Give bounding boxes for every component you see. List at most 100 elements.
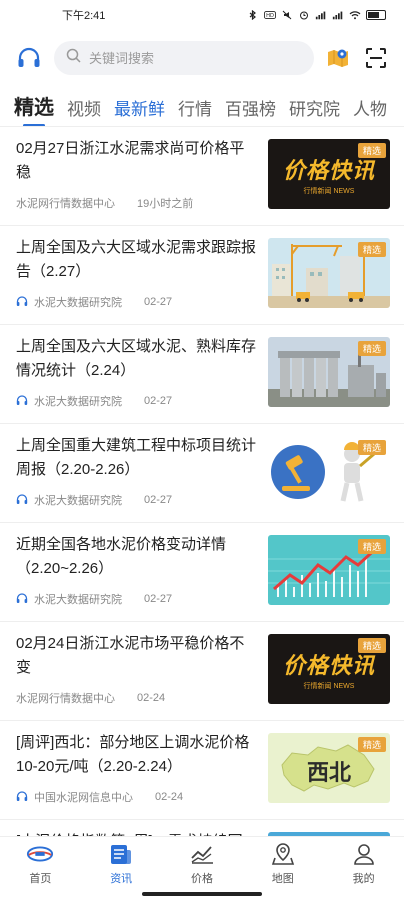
news-title[interactable]: 上周全国及六大区域水泥需求跟踪报告（2.27） [16,236,258,284]
battery-icon [366,10,386,20]
nav-item-4[interactable]: 我的 [323,837,404,890]
source-headset-icon [16,296,28,308]
featured-badge: 精选 [357,143,386,158]
news-title[interactable]: 上周全国重大建筑工程中标项目统计周报（2.20-2.26） [16,434,258,482]
news-title[interactable]: 上周全国及六大区域水泥、熟料库存情况统计（2.24） [16,335,258,383]
tab-2[interactable]: 最新鲜 [114,95,165,126]
wifi-icon [349,10,361,20]
nav-item-3[interactable]: 地图 [242,837,323,890]
tab-6[interactable]: 人物 [353,95,387,126]
tab-5[interactable]: 研究院 [289,95,340,126]
news-text: [周评]西北：部分地区上调水泥价格10-20元/吨（2.20-2.24） 中国水泥… [16,731,268,819]
tab-4[interactable]: 百强榜 [225,95,276,126]
tab-1[interactable]: 视频 [67,95,101,126]
bottom-nav: 首页 资讯 价格 地图 我的 [0,836,404,900]
news-item[interactable]: 02月24日浙江水泥市场平稳价格不变水泥网行情数据中心 02-24 价格快讯 行情新闻… [0,622,404,721]
news-item[interactable]: 02月27日浙江水泥需求尚可价格平稳 水泥网行情数据中心 19小时之前 价格快讯 行情新… [0,127,404,226]
price-banner-sub: 行情新闻 NEWS [303,682,355,690]
search-icon [66,48,81,68]
svg-text:HD: HD [266,13,274,19]
news-time: 02-27 [144,494,173,506]
user-icon [350,841,378,867]
news-title[interactable]: 近期全国各地水泥价格变动详情（2.20~2.26） [16,533,258,581]
nav-label: 我的 [352,873,375,885]
news-meta: 水泥网行情数据中心 02-24 [16,690,258,706]
news-item[interactable]: 上周全国重大建筑工程中标项目统计周报（2.20-2.26） 水泥大数据研究院 02-… [0,424,404,523]
news-thumbnail[interactable]: 精选 [268,535,390,605]
news-thumbnail[interactable]: 价格快讯 行情新闻 NEWS 精选 [268,139,390,209]
home-indicator [142,892,262,896]
price-banner-sub: 行情新闻 NEWS [303,187,355,195]
scan-icon[interactable] [362,44,390,72]
featured-badge: 精选 [357,539,386,554]
news-meta: 水泥大数据研究院 02-27 [16,294,258,310]
status-icons: HD [247,10,386,20]
bluetooth-icon [247,10,259,20]
tab-3[interactable]: 行情 [178,95,212,126]
nav-label: 首页 [29,873,52,885]
news-item[interactable]: 上周全国及六大区域水泥需求跟踪报告（2.27） 水泥大数据研究院 02-27 精选 [0,226,404,325]
news-title[interactable]: 02月27日浙江水泥需求尚可价格平稳 [16,137,258,185]
news-source: 水泥大数据研究院 [34,297,122,309]
news-meta: 水泥大数据研究院 02-27 [16,492,258,508]
news-thumbnail[interactable]: 精选 [268,238,390,308]
news-item[interactable]: 近期全国各地水泥价格变动详情（2.20~2.26） 水泥大数据研究院 02-27 精选 [0,523,404,622]
news-time: 02-24 [155,791,184,803]
source-headset-icon [16,494,28,506]
tab-0[interactable]: 精选 [14,91,54,126]
category-tabs: 精选 视频 最新鲜 行情 百强榜 研究院 人物 [0,86,404,126]
news-source: 水泥大数据研究院 [34,495,122,507]
news-thumbnail[interactable]: 精选 [268,436,390,506]
search-row [0,30,404,86]
alarm-icon [298,10,310,20]
news-time: 02-27 [144,296,173,308]
nav-item-2[interactable]: 价格 [162,837,243,890]
news-thumbnail[interactable]: 西北 精选 [268,733,390,803]
mute-icon [281,10,293,20]
signal-icon [315,10,327,20]
home-logo-icon [26,841,54,867]
nav-item-0[interactable]: 首页 [0,837,81,890]
news-thumbnail[interactable]: 价格快讯 行情新闻 NEWS 精选 [268,634,390,704]
news-time: 02-24 [137,692,166,704]
news-feed[interactable]: 02月27日浙江水泥需求尚可价格平稳 水泥网行情数据中心 19小时之前 价格快讯 行情新… [0,126,404,836]
news-source: 水泥大数据研究院 [34,594,122,606]
news-source: 中国水泥网信息中心 [34,792,133,804]
news-icon [107,841,135,867]
news-title[interactable]: 02月24日浙江水泥市场平稳价格不变 [16,632,258,680]
news-text: 02月24日浙江水泥市场平稳价格不变水泥网行情数据中心 02-24 [16,632,268,720]
search-bar[interactable] [54,41,314,75]
search-input[interactable] [89,50,302,66]
news-item[interactable]: [周评]西北：部分地区上调水泥价格10-20元/吨（2.20-2.24） 中国水泥… [0,721,404,820]
news-source: 水泥大数据研究院 [34,396,122,408]
featured-badge: 精选 [357,242,386,257]
featured-badge: 精选 [357,341,386,356]
news-item[interactable]: [水泥价格指数第6周]：需求持续回 [0,820,404,836]
news-time: 19小时之前 [137,198,194,210]
news-meta: 中国水泥网信息中心 02-24 [16,789,258,805]
price-chart-icon [188,841,216,867]
hd-icon: HD [264,10,276,20]
status-time: 下午2:41 [62,10,106,22]
nav-label: 价格 [190,873,213,885]
headset-icon[interactable] [14,43,44,73]
nav-label: 资讯 [110,873,133,885]
news-thumbnail[interactable]: 精选 [268,337,390,407]
featured-badge: 精选 [357,440,386,455]
featured-badge: 精选 [357,737,386,752]
news-text: 上周全国及六大区域水泥、熟料库存情况统计（2.24） 水泥大数据研究院 02-27 [16,335,268,423]
news-text: 02月27日浙江水泥需求尚可价格平稳 水泥网行情数据中心 19小时之前 [16,137,268,225]
source-headset-icon [16,395,28,407]
nav-item-1[interactable]: 资讯 [81,837,162,890]
source-headset-icon [16,791,28,803]
map-region-label: 西北 [306,760,351,785]
nav-label: 地图 [271,873,294,885]
news-source: 水泥网行情数据中心 [16,693,115,705]
news-item[interactable]: 上周全国及六大区域水泥、熟料库存情况统计（2.24） 水泥大数据研究院 02-27 精… [0,325,404,424]
map-icon[interactable] [324,44,352,72]
news-title[interactable]: [周评]西北：部分地区上调水泥价格10-20元/吨（2.20-2.24） [16,731,258,779]
status-bar: 下午2:41 HD [0,0,404,30]
news-text: 近期全国各地水泥价格变动详情（2.20~2.26） 水泥大数据研究院 02-27 [16,533,268,621]
map-pin-icon [269,841,297,867]
news-text: 上周全国及六大区域水泥需求跟踪报告（2.27） 水泥大数据研究院 02-27 [16,236,268,324]
